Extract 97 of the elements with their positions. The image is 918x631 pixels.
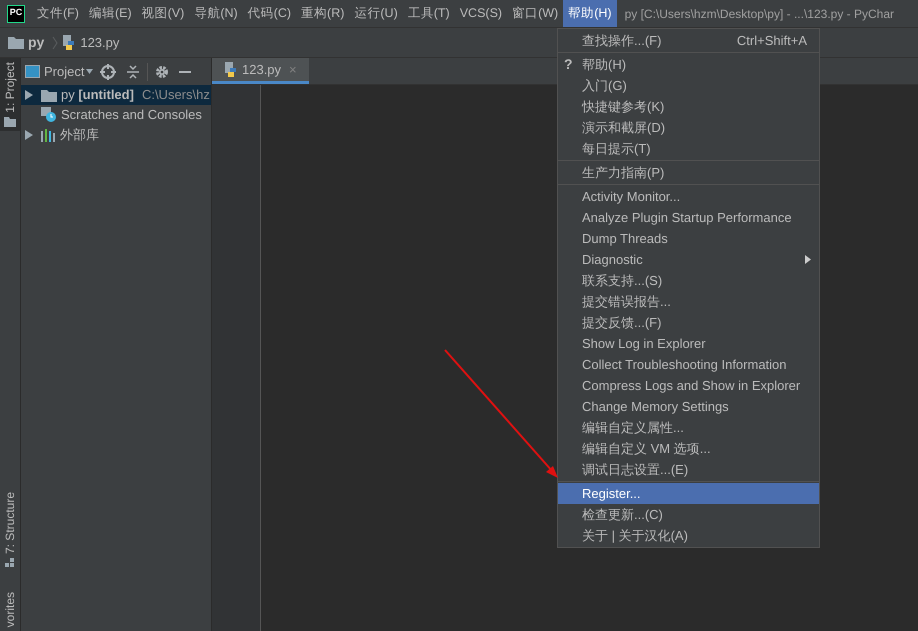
tree-item-label: Scratches and Consoles (61, 106, 202, 124)
menu-item-label: Compress Logs and Show in Explorer (582, 376, 802, 395)
menu-item-label: Activity Monitor... (582, 188, 682, 206)
python-file-icon (224, 62, 238, 77)
crosshair-icon[interactable] (100, 64, 116, 80)
help-icon: ? (564, 54, 573, 75)
folder-icon (8, 36, 24, 49)
menu-item[interactable]: 编辑自定义属性... (558, 417, 819, 438)
menu-item[interactable]: 运行(U) (349, 0, 403, 27)
menu-item-label: 提交错误报告... (582, 292, 672, 311)
tool-window-label: vorites (2, 592, 18, 627)
menu-item[interactable]: 重构(R) (296, 0, 350, 27)
menu-item[interactable]: Diagnostic (558, 249, 819, 270)
menu-item-label: Change Memory Settings (582, 398, 730, 416)
menu-item-label: 编辑自定义属性... (582, 418, 685, 437)
menu-item[interactable]: Show Log in Explorer (558, 333, 819, 354)
menu-item-label: 查找操作...(F) (582, 32, 662, 50)
menu-item[interactable]: 帮助(H) (563, 0, 617, 27)
menu-item[interactable]: 检查更新...(C) (558, 504, 819, 525)
collapse-all-icon[interactable] (126, 64, 140, 78)
menu-item[interactable]: Analyze Plugin Startup Performance (558, 207, 819, 228)
tool-window-tab[interactable]: 1: Project (0, 58, 20, 131)
menu-item[interactable]: 提交反馈...(F) (558, 312, 819, 333)
breadcrumb-item[interactable]: 123.py (80, 32, 120, 52)
menu-item[interactable]: 编辑自定义 VM 选项... (558, 438, 819, 459)
menu-item[interactable]: Activity Monitor... (558, 186, 819, 207)
folder-icon (4, 116, 16, 127)
window-title: py [C:\Users\hzm\Desktop\py] - ...\123.py - PyChar (624, 6, 894, 22)
tree-row[interactable]: 外部库 (21, 125, 211, 145)
library-icon (41, 128, 56, 142)
menu-item[interactable]: 关于 | 关于汉化(A) (558, 525, 819, 546)
menu-item-label: 编辑自定义 VM 选项... (582, 440, 712, 458)
tree-row[interactable]: Scratches and Consoles (21, 105, 211, 125)
tool-window-label: 1: Project (2, 62, 18, 113)
menu-item-label: Collect Troubleshooting Information (582, 356, 788, 374)
shortcut-label: Ctrl+Shift+A (736, 32, 808, 50)
menu-item-label: 调试日志设置...(E) (582, 460, 690, 479)
project-view-icon (25, 65, 40, 78)
menu-item[interactable]: 编辑(E) (84, 0, 137, 27)
tree-item-label: py [untitled] (61, 86, 134, 104)
folder-icon (41, 88, 57, 102)
menu-item-label: Register... (582, 484, 642, 503)
path-hint: C:\Users\hz (142, 86, 210, 104)
menu-item[interactable]: 代码(C) (242, 0, 296, 27)
menu-item-label: 帮助(H) (582, 56, 628, 74)
breadcrumb-item[interactable]: py (28, 32, 44, 53)
tool-window-label: 7: Structure (2, 492, 18, 554)
chevron-icon (52, 36, 58, 50)
menu-item[interactable]: Collect Troubleshooting Information (558, 354, 819, 375)
menu-item[interactable]: Register... (558, 483, 819, 504)
menu-item-label: 检查更新...(C) (582, 506, 664, 524)
dropdown-caret-icon[interactable] (86, 69, 94, 74)
minimize-icon[interactable] (179, 70, 192, 72)
menu-item[interactable]: 查找操作...(F) Ctrl+Shift+A (558, 30, 819, 51)
menu-item[interactable]: 联系支持...(S) (558, 270, 819, 291)
menu-item[interactable]: Compress Logs and Show in Explorer (558, 375, 819, 396)
menu-item[interactable]: Change Memory Settings (558, 396, 819, 417)
menu-item[interactable]: 文件(F) (32, 0, 84, 27)
menu-item-label: 每日提示(T) (582, 140, 652, 158)
menu-item[interactable]: 提交错误报告... (558, 291, 819, 312)
menu-item[interactable]: Dump Threads (558, 228, 819, 249)
menu-item[interactable]: 导航(N) (189, 0, 243, 27)
tool-window-tab[interactable]: 7: Structure (0, 488, 20, 572)
tab-label: 123.py (242, 60, 282, 79)
submenu-arrow-icon (805, 255, 811, 264)
menu-item-label: 演示和截屏(D) (582, 118, 666, 137)
menu-item-label: 提交反馈...(F) (582, 314, 662, 332)
menu-item-label: Diagnostic (582, 250, 644, 269)
menu-item[interactable]: 快捷键参考(K) (558, 96, 819, 117)
menu-item[interactable]: ? 帮助(H) (558, 54, 819, 75)
python-file-icon (62, 35, 76, 50)
menu-item[interactable]: 生产力指南(P) (558, 162, 819, 183)
menu-item[interactable]: 调试日志设置...(E) (558, 459, 819, 480)
menu-item-label: 关于 | 关于汉化(A) (582, 526, 689, 545)
settings-icon[interactable] (155, 64, 170, 78)
menu-item[interactable]: 入门(G) (558, 75, 819, 96)
editor-tab[interactable]: 123.py × (212, 58, 309, 84)
scratch-clock-icon (41, 107, 57, 123)
tree-row[interactable]: py [untitled] C:\Users\hz (21, 85, 211, 105)
tool-window-tab[interactable]: vorites (0, 588, 20, 631)
menu-item[interactable]: 每日提示(T) (558, 138, 819, 159)
menu-item[interactable]: 工具(T) (402, 0, 455, 27)
menu-item-label: 快捷键参考(K) (582, 98, 666, 116)
menu-item[interactable]: 窗口(W) (507, 0, 564, 27)
panel-title[interactable]: Project (44, 62, 84, 82)
menu-item-label: 入门(G) (582, 76, 628, 95)
menu-item-label: 联系支持...(S) (582, 272, 664, 290)
menu-item[interactable]: VCS(S) (454, 0, 508, 27)
menu-item[interactable]: 视图(V) (136, 0, 190, 27)
menu-item-label: Analyze Plugin Startup Performance (582, 208, 793, 227)
tree-item-label: 外部库 (60, 126, 99, 144)
menu-item-label: 生产力指南(P) (582, 164, 666, 182)
menu-item[interactable]: 演示和截屏(D) (558, 117, 819, 138)
menu-item-label: Show Log in Explorer (582, 334, 707, 353)
menu-item-label: Dump Threads (582, 230, 669, 248)
logo: PC (7, 4, 25, 22)
structure-icon (5, 558, 15, 568)
